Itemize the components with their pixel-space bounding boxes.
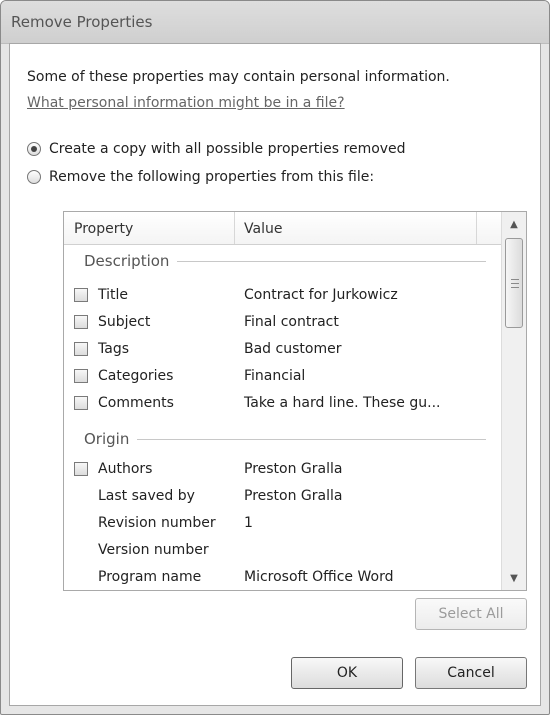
column-header-value[interactable]: Value — [244, 221, 282, 237]
checkbox-title[interactable] — [74, 288, 88, 302]
scroll-up-arrow-icon[interactable]: ▲ — [502, 212, 526, 236]
property-name: Comments — [98, 395, 174, 411]
checkbox-tags[interactable] — [74, 342, 88, 356]
property-name: Authors — [98, 461, 153, 477]
properties-list-scrollbar[interactable]: ▲ ▼ — [501, 212, 526, 590]
option-create-copy-label: Create a copy with all possible properti… — [49, 141, 406, 157]
property-row-revision-number[interactable]: Revision number 1 — [64, 510, 502, 536]
property-row-last-saved-by[interactable]: Last saved by Preston Gralla — [64, 483, 502, 509]
property-row-subject[interactable]: Subject Final contract — [64, 309, 502, 335]
cancel-button[interactable]: Cancel — [415, 657, 527, 689]
property-name: Categories — [98, 368, 174, 384]
ok-button[interactable]: OK — [291, 657, 403, 689]
property-row-authors[interactable]: Authors Preston Gralla — [64, 456, 502, 482]
option-create-copy[interactable]: Create a copy with all possible properti… — [27, 141, 406, 157]
group-origin-header: Origin — [84, 430, 486, 448]
property-name: Title — [98, 287, 129, 303]
checkbox-categories[interactable] — [74, 369, 88, 383]
option-remove-selected[interactable]: Remove the following properties from thi… — [27, 169, 374, 185]
property-value: Preston Gralla — [244, 461, 343, 477]
property-row-categories[interactable]: Categories Financial — [64, 363, 502, 389]
group-description-label: Description — [84, 252, 170, 270]
checkbox-subject[interactable] — [74, 315, 88, 329]
checkbox-authors[interactable] — [74, 462, 88, 476]
property-row-title[interactable]: Title Contract for Jurkowicz — [64, 282, 502, 308]
select-all-button[interactable]: Select All — [415, 598, 527, 630]
property-name: Revision number — [98, 515, 216, 531]
radio-remove-selected[interactable] — [27, 170, 41, 184]
group-description-divider — [177, 260, 486, 262]
title-bar[interactable]: Remove Properties — [1, 1, 549, 44]
option-remove-selected-label: Remove the following properties from thi… — [49, 169, 375, 185]
property-name: Tags — [98, 341, 129, 357]
property-value: Contract for Jurkowicz — [244, 287, 398, 303]
column-separator-end[interactable] — [476, 212, 477, 244]
group-origin-divider — [137, 438, 486, 440]
property-row-comments[interactable]: Comments Take a hard line. These gu... — [64, 390, 502, 416]
property-value: 1 — [244, 515, 253, 531]
group-description-header: Description — [84, 252, 486, 270]
property-value: Bad customer — [244, 341, 342, 357]
scrollbar-grip-line — [511, 287, 519, 288]
property-value: Preston Gralla — [244, 488, 343, 504]
property-name: Version number — [98, 542, 209, 558]
property-row-version-number[interactable]: Version number — [64, 537, 502, 563]
scrollbar-thumb[interactable] — [505, 238, 523, 328]
properties-list[interactable]: Property Value Description Title Contrac… — [63, 211, 527, 591]
property-value: Final contract — [244, 314, 339, 330]
column-separator[interactable] — [234, 212, 235, 244]
group-origin-label: Origin — [84, 430, 130, 448]
property-row-tags[interactable]: Tags Bad customer — [64, 336, 502, 362]
remove-properties-dialog: Remove Properties Some of these properti… — [0, 0, 550, 715]
property-value: Microsoft Office Word — [244, 569, 394, 585]
scrollbar-grip-line — [511, 279, 519, 280]
radio-create-copy[interactable] — [27, 142, 41, 156]
dialog-title: Remove Properties — [11, 13, 153, 31]
scroll-down-arrow-icon[interactable]: ▼ — [502, 566, 526, 590]
checkbox-comments[interactable] — [74, 396, 88, 410]
privacy-intro-text: Some of these properties may contain per… — [27, 69, 450, 85]
property-name: Last saved by — [98, 488, 195, 504]
property-row-program-name[interactable]: Program name Microsoft Office Word — [64, 564, 502, 590]
personal-info-help-link[interactable]: What personal information might be in a … — [27, 95, 345, 111]
column-header-property[interactable]: Property — [74, 221, 133, 237]
properties-list-header: Property Value — [64, 212, 526, 245]
property-name: Program name — [98, 569, 202, 585]
property-name: Subject — [98, 314, 151, 330]
property-value: Financial — [244, 368, 306, 384]
property-value: Take a hard line. These gu... — [244, 395, 441, 411]
scrollbar-grip-line — [511, 283, 519, 284]
